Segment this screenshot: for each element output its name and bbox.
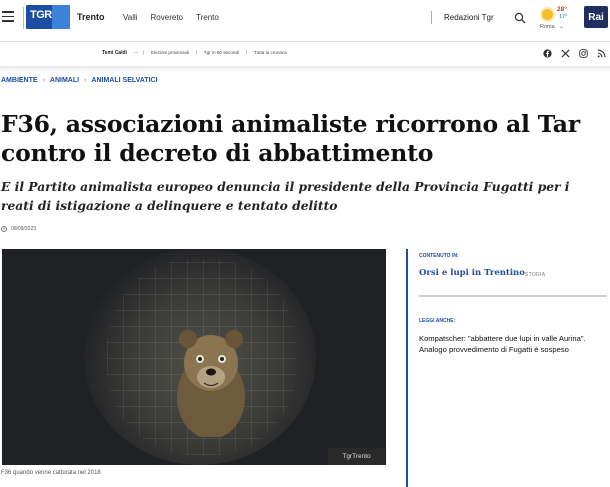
sun-icon [542,9,553,20]
chevron-right-icon: › [84,77,87,84]
photo-source-badge: TgrTrento [328,448,385,465]
hot-topic-link[interactable]: Tutta la cronaca [246,50,294,55]
subheader-shadow [0,66,610,72]
hot-topic-link[interactable]: Tgr in 60 secondi [195,50,246,55]
nav-item-rovereto[interactable]: Rovereto [151,13,183,22]
rai-logo[interactable]: Rai [584,6,608,28]
hot-topics-label: Temi Caldi [102,50,127,56]
related-story-link[interactable]: Orsi e lupi in Trentino [419,268,525,278]
bear-cub-illustration [177,330,245,437]
arrow-right-icon: → [133,49,139,55]
hot-topics-links: Elezioni provinciali Tgr in 60 secondi T… [143,50,294,55]
article-photo[interactable] [2,249,386,465]
read-also-link[interactable]: Kompatscher: "abbattere due lupi in vall… [419,334,607,355]
breadcrumb: AMBIENTE › ANIMALI › ANIMALI SELVATICI [1,77,158,84]
temp-min: 17° [559,14,568,20]
header-rule [0,41,610,42]
sidebar-divider [419,295,607,297]
nav-item-valli[interactable]: Valli [123,13,138,22]
article-subtitle: E il Partito animalista europeo denuncia… [1,179,570,213]
menu-icon[interactable] [2,11,14,23]
x-icon[interactable] [561,49,570,58]
social-links [543,49,606,58]
date-text: 09/09/2023 [11,226,37,232]
article-title: F36, associazioni animaliste ricorrono a… [1,110,580,167]
breadcrumb-item[interactable]: ANIMALI [50,77,79,84]
clock-icon [1,226,7,232]
instagram-icon[interactable] [579,49,588,58]
weather-city: Roma [540,24,555,30]
rss-icon[interactable] [597,49,606,58]
chevron-down-icon: ⌄ [559,24,565,30]
temp-max: 28° [557,6,567,13]
logo-slab [52,5,70,29]
search-icon[interactable] [514,12,526,24]
story-tag: STORIA [525,272,546,278]
sidebar-rule [406,249,408,487]
weather-widget[interactable]: 28° 17° Roma ⌄ [540,5,576,31]
header-divider [23,7,24,29]
redazioni-link[interactable]: Redazioni Tgr [444,13,494,22]
photo-caption: F36 quando venne catturata nel 2018 [1,470,101,476]
hot-topic-link[interactable]: Elezioni provinciali [143,50,196,55]
chevron-right-icon: › [42,77,45,84]
article-date: 09/09/2023 [1,226,36,232]
tgr-logo[interactable]: TGR [26,5,70,29]
region-name[interactable]: Trento [77,12,105,22]
top-header: TGR Trento Valli Rovereto Trento Redazio… [0,0,610,36]
content-in-label: CONTENUTO IN: [419,253,459,259]
logo-text: TGR [30,9,52,21]
facebook-icon[interactable] [543,49,552,58]
nav-divider [431,11,432,24]
breadcrumb-item[interactable]: AMBIENTE [1,77,38,84]
nav-item-trento[interactable]: Trento [196,13,219,22]
hot-topics-bar: Temi Caldi → Elezioni provinciali Tgr in… [0,44,610,64]
breadcrumb-item[interactable]: ANIMALI SELVATICI [91,77,157,84]
read-also-label: LEGGI ANCHE: [419,318,456,324]
header-nav: Valli Rovereto Trento [123,13,219,22]
